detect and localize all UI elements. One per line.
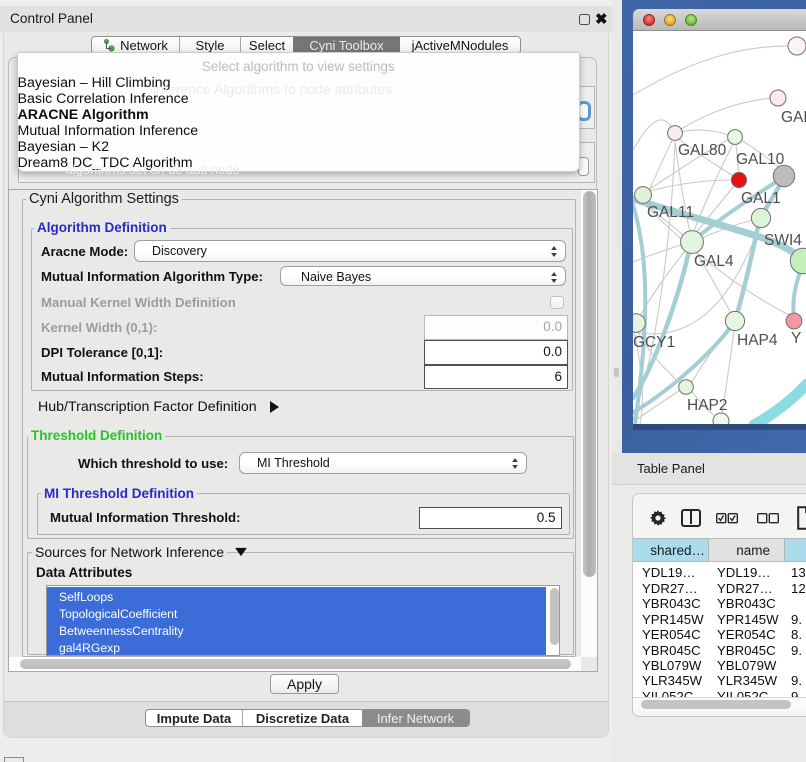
- svg-text:SWI4: SWI4: [764, 232, 802, 249]
- svg-text:HAP4: HAP4: [737, 332, 778, 349]
- svg-text:GAL11: GAL11: [647, 204, 694, 221]
- svg-text:GAL4: GAL4: [694, 253, 734, 270]
- svg-text:HAP2: HAP2: [687, 397, 728, 414]
- svg-text:Y: Y: [791, 330, 801, 347]
- svg-text:GAL10: GAL10: [736, 151, 785, 168]
- svg-text:GCY1: GCY1: [633, 334, 675, 351]
- svg-text:GAL1: GAL1: [741, 190, 781, 207]
- svg-text:GAL80: GAL80: [678, 142, 727, 159]
- svg-text:GAL: GAL: [781, 109, 806, 126]
